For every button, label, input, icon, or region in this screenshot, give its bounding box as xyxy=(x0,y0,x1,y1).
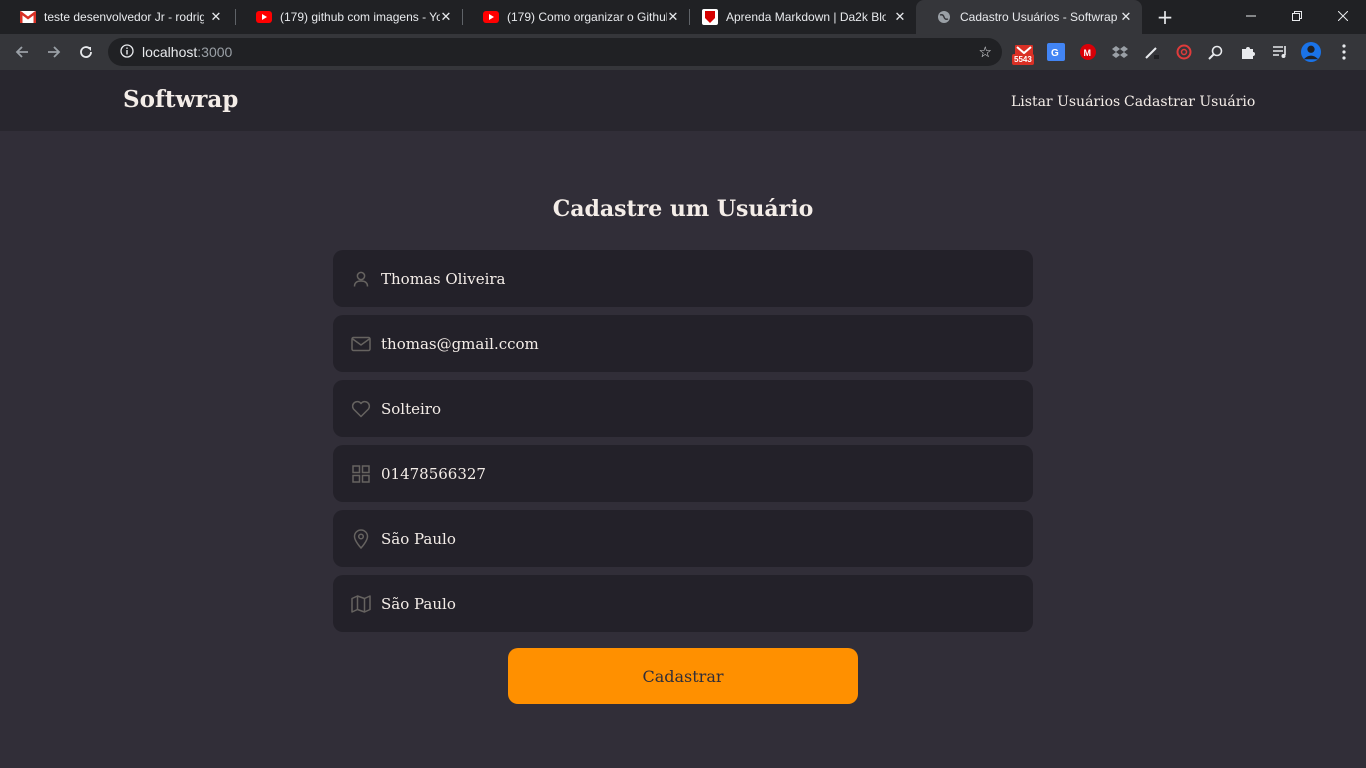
map-icon xyxy=(351,594,371,614)
new-tab-icon[interactable]: + xyxy=(1153,5,1177,29)
name-field[interactable] xyxy=(333,250,1033,307)
url-host: localhost xyxy=(142,44,198,60)
email-field[interactable] xyxy=(333,315,1033,372)
forward-icon[interactable] xyxy=(40,38,68,66)
svg-text:G: G xyxy=(1051,48,1059,59)
marital-status-input[interactable] xyxy=(381,399,1001,418)
browser-tab[interactable]: (179) github com imagens - YouTube ✕ xyxy=(236,0,462,34)
app-header: Softwrap Listar Usuários Cadastrar Usuár… xyxy=(0,70,1366,131)
back-icon[interactable] xyxy=(8,38,36,66)
search-extension-icon[interactable] xyxy=(1206,42,1226,62)
marital-status-field[interactable] xyxy=(333,380,1033,437)
city-input[interactable] xyxy=(381,529,1001,548)
page-title: Cadastre um Usuário xyxy=(552,196,814,222)
email-input[interactable] xyxy=(381,334,1001,353)
reload-icon[interactable] xyxy=(72,38,100,66)
bookmark-star-icon[interactable]: ☆ xyxy=(979,43,992,61)
lastpass-extension-icon[interactable] xyxy=(1174,42,1194,62)
close-tab-icon[interactable]: ✕ xyxy=(438,9,454,25)
avatar[interactable] xyxy=(1301,42,1321,62)
state-field[interactable] xyxy=(333,575,1033,632)
tab-title: Aprenda Markdown | Da2k Blog xyxy=(726,10,886,24)
media-queue-icon[interactable] xyxy=(1270,42,1290,62)
tab-title: (179) Como organizar o Github xyxy=(507,10,667,24)
close-tab-icon[interactable]: ✕ xyxy=(892,9,908,25)
browser-tab-active[interactable]: Cadastro Usuários - Softwrap ✕ xyxy=(916,0,1142,34)
svg-text:M: M xyxy=(1084,48,1092,58)
info-icon[interactable] xyxy=(120,43,134,62)
close-window-icon[interactable] xyxy=(1320,0,1366,32)
user-icon xyxy=(351,269,371,289)
minimize-icon[interactable] xyxy=(1228,0,1274,32)
globe-icon xyxy=(936,9,952,25)
address-bar[interactable]: localhost:3000 ☆ xyxy=(108,38,1002,66)
browser-toolbar: localhost:3000 ☆ G M xyxy=(0,34,1366,70)
nav-register-user[interactable]: Cadastrar Usuário xyxy=(1124,94,1255,110)
document-field[interactable] xyxy=(333,445,1033,502)
brand-logo[interactable]: Softwrap xyxy=(123,86,238,113)
close-tab-icon[interactable]: ✕ xyxy=(665,9,681,25)
tab-title: teste desenvolvedor Jr - rodrigo xyxy=(44,10,204,24)
browser-tab[interactable]: (179) Como organizar o Github ✕ xyxy=(463,0,689,34)
tab-title: (179) github com imagens - YouTube xyxy=(280,10,440,24)
document-input[interactable] xyxy=(381,464,1001,483)
submit-button[interactable]: Cadastrar xyxy=(508,648,858,704)
translate-extension-icon[interactable]: G xyxy=(1046,42,1066,62)
state-input[interactable] xyxy=(381,594,1001,613)
url-port: :3000 xyxy=(197,44,233,60)
close-tab-icon[interactable]: ✕ xyxy=(1118,9,1134,25)
browser-tabstrip: teste desenvolvedor Jr - rodrigo ✕ (179)… xyxy=(0,0,1366,34)
da2k-icon xyxy=(702,9,718,25)
extensions-puzzle-icon[interactable] xyxy=(1238,42,1258,62)
name-input[interactable] xyxy=(381,269,1001,288)
gmail-icon xyxy=(20,9,36,25)
youtube-icon xyxy=(256,9,272,25)
tab-title: Cadastro Usuários - Softwrap xyxy=(960,10,1118,24)
mega-extension-icon[interactable]: M xyxy=(1078,42,1098,62)
restore-icon[interactable] xyxy=(1274,0,1320,32)
pen-extension-icon[interactable] xyxy=(1142,42,1162,62)
browser-tab[interactable]: Aprenda Markdown | Da2k Blog ✕ xyxy=(682,0,916,34)
browser-tab[interactable]: teste desenvolvedor Jr - rodrigo ✕ xyxy=(0,0,232,34)
youtube-icon xyxy=(483,9,499,25)
nav-list-users[interactable]: Listar Usuários xyxy=(1011,94,1120,110)
grid-icon xyxy=(351,464,371,484)
mail-icon xyxy=(351,334,371,354)
dropbox-extension-icon[interactable] xyxy=(1110,42,1130,62)
close-tab-icon[interactable]: ✕ xyxy=(208,9,224,25)
city-field[interactable] xyxy=(333,510,1033,567)
browser-menu-icon[interactable] xyxy=(1334,42,1354,62)
map-pin-icon xyxy=(351,528,371,549)
heart-icon xyxy=(351,399,371,419)
extension-badge: 5543 xyxy=(1012,54,1034,65)
